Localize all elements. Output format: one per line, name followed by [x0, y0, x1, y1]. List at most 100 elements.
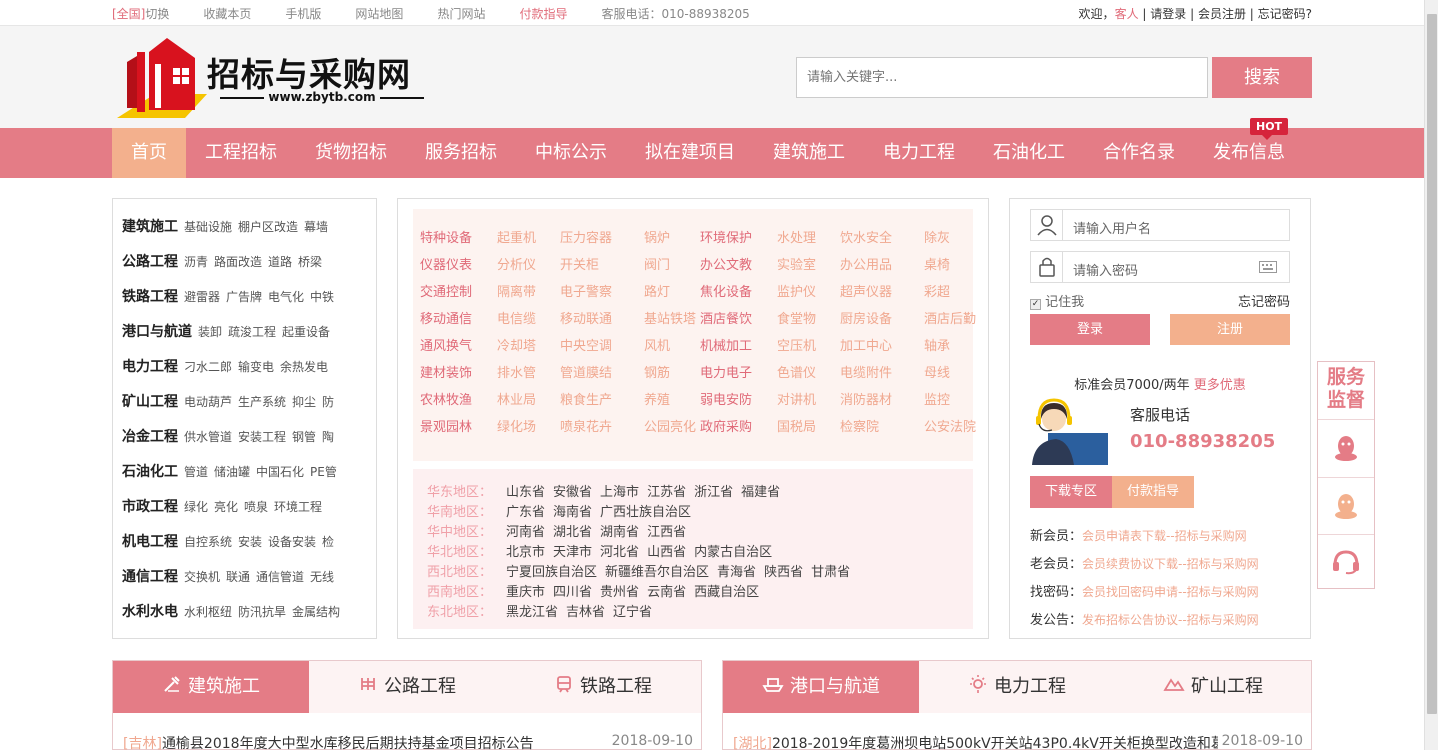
keyword-tag[interactable]: 风机 — [644, 335, 670, 354]
category-sub-link[interactable]: 防 — [322, 395, 334, 409]
news-item[interactable]: [吉林]通榆县2018年度大中型水库移民后期扶持基金项目招标公告 2018-09… — [123, 733, 693, 753]
keyword-tag[interactable]: 酒店餐饮 — [700, 308, 752, 327]
region-name[interactable]: 西南地区： — [427, 585, 492, 600]
nav-partners[interactable]: 合作名录 — [1094, 128, 1184, 178]
keyword-tag[interactable]: 路灯 — [644, 281, 670, 300]
keyword-tag[interactable]: 粮食生产 — [560, 389, 612, 408]
news-item[interactable]: [湖北]2018-2019年度葛洲坝电站500kV开关站43P0.4kV开关柜换… — [733, 733, 1303, 753]
category-sub-link[interactable]: 陶 — [322, 430, 334, 444]
category-sub-link[interactable]: 沥青 — [184, 255, 208, 269]
nav-service-bids[interactable]: 服务招标 — [416, 128, 506, 178]
category-sub-link[interactable]: 道路 — [268, 255, 292, 269]
province-link[interactable]: 贵州省 — [600, 585, 639, 600]
sitemap-link[interactable]: 网站地图 — [355, 5, 403, 22]
province-link[interactable]: 上海市 — [600, 485, 639, 500]
keyword-tag[interactable]: 仪器仪表 — [420, 254, 472, 273]
keyword-tag[interactable]: 实验室 — [777, 254, 816, 273]
category-sub-link[interactable]: 安装工程 — [238, 430, 286, 444]
qq-orange-icon[interactable] — [1318, 477, 1374, 533]
category-sub-link[interactable]: 供水管道 — [184, 430, 232, 444]
category-sub-link[interactable]: 起重设备 — [282, 325, 330, 339]
keyword-tag[interactable]: 饮水安全 — [840, 227, 892, 246]
qq-icon[interactable] — [1318, 419, 1374, 476]
category-sub-link[interactable]: 余热发电 — [280, 360, 328, 374]
keyword-tag[interactable]: 排水管 — [497, 362, 536, 381]
keyword-tag[interactable]: 办公用品 — [840, 254, 892, 273]
keyword-tag[interactable]: 弱电安防 — [700, 389, 752, 408]
service-link[interactable]: 会员续费协议下载--招标与采购网 — [1082, 557, 1259, 571]
province-link[interactable]: 广东省 — [506, 505, 545, 520]
service-link[interactable]: 会员申请表下载--招标与采购网 — [1082, 529, 1247, 543]
category-name[interactable]: 公路工程 — [122, 254, 178, 270]
keyword-tag[interactable]: 建材装饰 — [420, 362, 472, 381]
province-link[interactable]: 海南省 — [553, 505, 592, 520]
keyword-tag[interactable]: 空压机 — [777, 335, 816, 354]
region-name[interactable]: 华东地区： — [427, 485, 492, 500]
category-sub-link[interactable]: 疏浚工程 — [228, 325, 276, 339]
search-input[interactable] — [796, 57, 1208, 98]
keyboard-icon[interactable] — [1259, 261, 1277, 276]
nav-petrochemical[interactable]: 石油化工 — [984, 128, 1074, 178]
hot-sites-link[interactable]: 热门网站 — [437, 5, 485, 22]
province-link[interactable]: 甘肃省 — [811, 565, 850, 580]
keyword-tag[interactable]: 交通控制 — [420, 281, 472, 300]
province-link[interactable]: 福建省 — [741, 485, 780, 500]
province-link[interactable]: 西藏自治区 — [694, 585, 759, 600]
province-link[interactable]: 江西省 — [647, 525, 686, 540]
keyword-tag[interactable]: 食堂物 — [777, 308, 816, 327]
category-sub-link[interactable]: 钢管 — [292, 430, 316, 444]
province-link[interactable]: 江苏省 — [647, 485, 686, 500]
payment-tab[interactable]: 付款指导 — [1112, 476, 1194, 508]
region-name[interactable]: 华南地区： — [427, 505, 492, 520]
province-link[interactable]: 山东省 — [506, 485, 545, 500]
keyword-tag[interactable]: 对讲机 — [777, 389, 816, 408]
keyword-tag[interactable]: 国税局 — [777, 416, 816, 435]
keyword-tag[interactable]: 加工中心 — [840, 335, 892, 354]
keyword-tag[interactable]: 色谱仪 — [777, 362, 816, 381]
keyword-tag[interactable]: 桌椅 — [924, 254, 950, 273]
category-name[interactable]: 建筑施工 — [122, 219, 178, 235]
category-sub-link[interactable]: 金属结构 — [292, 605, 340, 619]
register-link[interactable]: 会员注册 — [1198, 7, 1246, 21]
keyword-tag[interactable]: 管道膜结 — [560, 362, 612, 381]
category-name[interactable]: 铁路工程 — [122, 289, 178, 305]
register-button[interactable]: 注册 — [1170, 314, 1290, 345]
search-button[interactable]: 搜索 — [1212, 57, 1312, 98]
category-sub-link[interactable]: 输变电 — [238, 360, 274, 374]
category-sub-link[interactable]: 生产系统 — [238, 395, 286, 409]
category-name[interactable]: 水利水电 — [122, 604, 178, 620]
region-name[interactable]: 西北地区： — [427, 565, 492, 580]
province-link[interactable]: 陕西省 — [764, 565, 803, 580]
province-link[interactable]: 湖南省 — [600, 525, 639, 540]
category-sub-link[interactable]: 幕墙 — [304, 220, 328, 234]
category-sub-link[interactable]: 联通 — [226, 570, 250, 584]
category-sub-link[interactable]: 喷泉 — [244, 500, 268, 514]
province-link[interactable]: 安徽省 — [553, 485, 592, 500]
province-link[interactable]: 四川省 — [553, 585, 592, 600]
keyword-tag[interactable]: 农林牧渔 — [420, 389, 472, 408]
category-sub-link[interactable]: 通信管道 — [256, 570, 304, 584]
login-link[interactable]: 请登录 — [1150, 7, 1186, 21]
category-sub-link[interactable]: 防汛抗旱 — [238, 605, 286, 619]
province-link[interactable]: 河北省 — [600, 545, 639, 560]
category-sub-link[interactable]: 设备安装 — [268, 535, 316, 549]
category-sub-link[interactable]: 交换机 — [184, 570, 220, 584]
tab-port[interactable]: 港口与航道 — [723, 661, 919, 713]
category-sub-link[interactable]: PE管 — [310, 465, 337, 479]
category-sub-link[interactable]: 基础设施 — [184, 220, 232, 234]
keyword-tag[interactable]: 厨房设备 — [840, 308, 892, 327]
category-sub-link[interactable]: 路面改造 — [214, 255, 262, 269]
category-name[interactable]: 机电工程 — [122, 534, 178, 550]
keyword-tag[interactable]: 压力容器 — [560, 227, 612, 246]
login-button[interactable]: 登录 — [1030, 314, 1150, 345]
tab-highway[interactable]: 公路工程 — [309, 661, 505, 713]
keyword-tag[interactable]: 办公文教 — [700, 254, 752, 273]
province-link[interactable]: 重庆市 — [506, 585, 545, 600]
category-name[interactable]: 矿山工程 — [122, 394, 178, 410]
nav-engineering-bids[interactable]: 工程招标 — [196, 128, 286, 178]
nav-proposed-projects[interactable]: 拟在建项目 — [636, 128, 744, 178]
keyword-tag[interactable]: 中央空调 — [560, 335, 612, 354]
mobile-link[interactable]: 手机版 — [285, 5, 321, 22]
category-sub-link[interactable]: 中国石化 — [256, 465, 304, 479]
page-scrollbar[interactable] — [1424, 0, 1438, 750]
